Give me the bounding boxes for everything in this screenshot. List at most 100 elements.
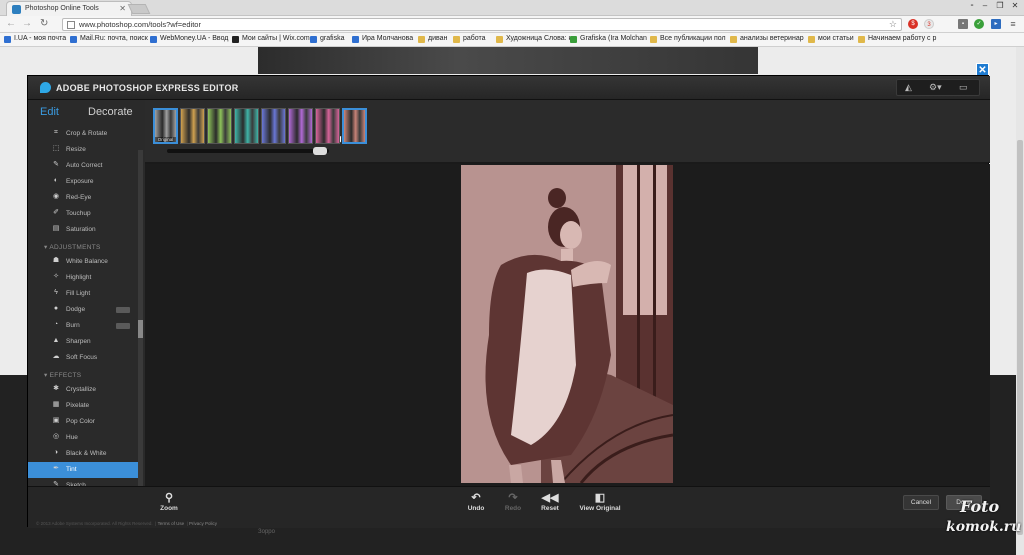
fullscreen-icon[interactable]: ▭	[959, 82, 968, 93]
tool-label: White Balance	[66, 258, 108, 265]
tool-pop-color[interactable]: ▣ Pop Color	[28, 414, 138, 430]
tool-burn[interactable]: ◔ Burn	[28, 318, 138, 334]
sidebar-section-header[interactable]: ▾ EFFECTS	[44, 371, 81, 379]
tint-thumbnail[interactable]	[207, 108, 232, 144]
tint-thumbnail[interactable]	[288, 108, 313, 144]
tool-red-eye[interactable]: ◉ Red-Eye	[28, 190, 138, 206]
tool-label: Auto Correct	[66, 162, 103, 169]
forward-icon[interactable]: →	[22, 18, 32, 29]
tool-soft-focus[interactable]: ☁ Soft Focus	[28, 350, 138, 366]
tint-thumbnail[interactable]	[180, 108, 205, 144]
tab-title: Photoshop Online Tools	[25, 5, 99, 12]
tool-icon: ✒	[53, 465, 59, 472]
tool-fill-light[interactable]: ϟ Fill Light	[28, 286, 138, 302]
watermark-line2: komok.ru	[946, 519, 1022, 535]
tool-auto-correct[interactable]: ✎ Auto Correct	[28, 158, 138, 174]
tool-icon: ▣	[52, 417, 60, 424]
menu-icon[interactable]: ≡	[1008, 19, 1018, 29]
sidebar-section-header[interactable]: ▾ ADJUSTMENTS	[44, 243, 101, 251]
redo-label: Redo	[504, 505, 522, 512]
gear-icon[interactable]: ⚙▾	[929, 82, 942, 93]
reload-icon[interactable]: ↻	[40, 18, 48, 29]
bookmark-item[interactable]: Начинаем работу с р	[858, 35, 936, 43]
extension-chat-icon[interactable]: ▪	[958, 19, 968, 29]
tint-thumbnail[interactable]	[315, 108, 340, 144]
back-icon[interactable]: ←	[6, 18, 16, 29]
bookmark-item[interactable]: анализы ветеринар	[730, 35, 804, 43]
compare-icon: ◧	[594, 492, 606, 504]
bookmark-item[interactable]: работа	[453, 35, 486, 43]
extension-adblock-icon[interactable]: 3	[924, 19, 934, 29]
bookmark-item[interactable]: Мои сайты | Wix.com	[232, 35, 310, 43]
tool-label: Burn	[66, 322, 80, 329]
bookmark-item[interactable]: Mail.Ru: почта, поиск	[70, 35, 148, 43]
tint-thumbnail[interactable]	[234, 108, 259, 144]
tab-decorate[interactable]: Decorate	[88, 106, 133, 118]
tool-highlight[interactable]: ✧ Highlight	[28, 270, 138, 286]
bookmark-star-icon[interactable]: ☆	[889, 19, 897, 30]
extension-blue-icon[interactable]: ▸	[991, 19, 1001, 29]
tool-icon: ◔	[53, 321, 59, 328]
user-icon[interactable]: ⁃	[965, 1, 979, 10]
address-text: www.photoshop.com/tools?wf=editor	[79, 20, 201, 29]
bookmark-item[interactable]: WebMoney.UA - Ввод	[150, 35, 228, 43]
tool-sharpen[interactable]: ▲ Sharpen	[28, 334, 138, 350]
extension-red-icon[interactable]: $	[908, 19, 918, 29]
tab-close-icon[interactable]: ✕	[119, 4, 126, 13]
tool-label: Pop Color	[66, 418, 95, 425]
bookmark-item[interactable]: диван	[418, 35, 447, 43]
photo-figure	[461, 165, 673, 483]
tool-label: Fill Light	[66, 290, 91, 297]
bookmark-item[interactable]: Grafiska (Ira Molchan	[570, 35, 647, 43]
terms-link[interactable]: Terms of Use	[158, 521, 185, 526]
reset-button[interactable]: ◀◀ Reset	[525, 491, 575, 512]
tool-tint[interactable]: ✒ Tint	[28, 462, 138, 478]
image-canvas[interactable]	[145, 164, 990, 486]
tint-thumbnail[interactable]	[342, 108, 367, 144]
sidebar-scrollbar-thumb[interactable]	[138, 320, 143, 338]
minimize-icon[interactable]: –	[978, 1, 992, 10]
address-bar[interactable]: www.photoshop.com/tools?wf=editor ☆	[62, 18, 902, 31]
privacy-link[interactable]: Privacy Policy	[189, 521, 217, 526]
editor-footer: © 2013 Adobe Systems Incorporated. All R…	[36, 521, 218, 526]
tint-thumbnail[interactable]: Original	[153, 108, 178, 144]
zoom-button[interactable]: ⚲ Zoom	[144, 491, 194, 512]
tool-resize[interactable]: ⬚ Resize	[28, 142, 138, 158]
tool-crystallize[interactable]: ✱ Crystallize	[28, 382, 138, 398]
new-tab-button[interactable]	[127, 4, 151, 14]
tool-icon: ✧	[53, 273, 59, 280]
cancel-button[interactable]: Cancel	[903, 495, 939, 510]
bookmark-item[interactable]: Все публикации пол	[650, 35, 726, 43]
tab-edit[interactable]: Edit	[40, 106, 59, 118]
sidebar-scrollbar[interactable]	[138, 150, 143, 520]
tool-dodge[interactable]: ● Dodge	[28, 302, 138, 318]
tool-pixelate[interactable]: ▦ Pixelate	[28, 398, 138, 414]
help-icon[interactable]: ◭	[905, 82, 912, 93]
tool-hue[interactable]: ◎ Hue	[28, 430, 138, 446]
tool-black-white[interactable]: ◑ Black & White	[28, 446, 138, 462]
bookmark-item[interactable]: мои статьи	[808, 35, 854, 43]
browser-tab[interactable]: Photoshop Online Tools ✕	[6, 1, 132, 16]
maximize-icon[interactable]: ❐	[993, 1, 1007, 10]
view-original-button[interactable]: ◧ View Original	[576, 491, 624, 512]
tool-saturation[interactable]: ▤ Saturation	[28, 222, 138, 238]
tool-touchup[interactable]: ✐ Touchup	[28, 206, 138, 222]
bookmark-item[interactable]: grafiska	[310, 35, 345, 43]
tint-slider-knob[interactable]	[313, 147, 327, 155]
magnifier-icon: ⚲	[164, 492, 174, 504]
extension-green-icon[interactable]: ✓	[974, 19, 984, 29]
tool-label: Touchup	[66, 210, 91, 217]
tool-icon: ✎	[53, 161, 59, 168]
tint-slider-track[interactable]	[167, 149, 329, 153]
bookmark-item[interactable]: Художница Слова: к	[496, 35, 572, 43]
tool-icon: ◑	[53, 449, 59, 456]
bookmark-item[interactable]: I.UA - моя почта	[4, 35, 66, 43]
tint-thumbnail[interactable]	[261, 108, 286, 144]
page-scrollbar-thumb[interactable]	[1017, 140, 1023, 535]
tool-label: Soft Focus	[66, 354, 98, 361]
tool-crop-rotate[interactable]: ⌗ Crop & Rotate	[28, 126, 138, 142]
tool-exposure[interactable]: ◐ Exposure	[28, 174, 138, 190]
window-close-icon[interactable]: ✕	[1008, 1, 1022, 10]
bookmark-item[interactable]: Ира Молчанова	[352, 35, 413, 43]
tool-white-balance[interactable]: ☗ White Balance	[28, 254, 138, 270]
